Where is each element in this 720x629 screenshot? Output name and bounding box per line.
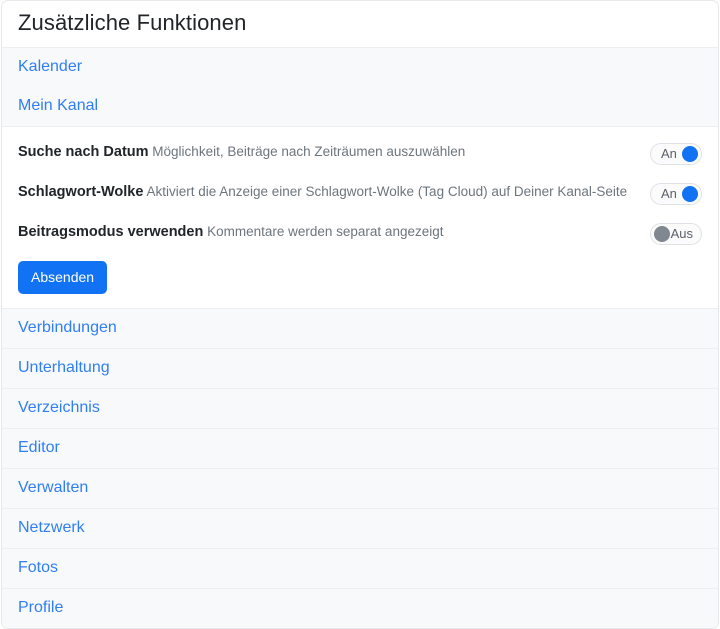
- sidebar-item-netzwerk[interactable]: Netzwerk: [2, 509, 718, 549]
- setting-description: Möglichkeit, Beiträge nach Zeiträumen au…: [152, 144, 465, 159]
- setting-label: Schlagwort-Wolke: [18, 184, 143, 200]
- sidebar-item-unterhaltung[interactable]: Unterhaltung: [2, 349, 718, 389]
- toggle-state-label: An: [661, 145, 677, 163]
- toggle-schlagwort-wolke[interactable]: An: [650, 183, 702, 205]
- toggle-knob-icon: [682, 146, 698, 162]
- sidebar-item-editor[interactable]: Editor: [2, 429, 718, 469]
- toggle-beitragsmodus-verwenden[interactable]: Aus: [650, 223, 702, 245]
- setting-text: Beitragsmodus verwenden Kommentare werde…: [18, 222, 650, 242]
- section-link-label: Netzwerk: [18, 519, 85, 536]
- sidebar-item-mein-kanal[interactable]: Mein Kanal: [2, 87, 718, 127]
- section-link-label: Unterhaltung: [18, 359, 110, 376]
- setting-description: Kommentare werden separat angezeigt: [207, 224, 443, 239]
- setting-text: Schlagwort-Wolke Aktiviert die Anzeige e…: [18, 182, 650, 202]
- page-title: Zusätzliche Funktionen: [18, 9, 702, 37]
- setting-description: Aktiviert die Anzeige einer Schlagwort-W…: [146, 184, 627, 199]
- sidebar-item-verwalten[interactable]: Verwalten: [2, 469, 718, 509]
- setting-row-schlagwort-wolke: Schlagwort-Wolke Aktiviert die Anzeige e…: [18, 173, 702, 213]
- setting-row-suche-nach-datum: Suche nach Datum Möglichkeit, Beiträge n…: [18, 133, 702, 173]
- section-link-label: Profile: [18, 599, 63, 616]
- section-link-label: Editor: [18, 439, 60, 456]
- toggle-state-label: Aus: [671, 225, 693, 243]
- submit-button-wrapper: Absenden: [18, 253, 702, 294]
- sidebar-item-kalender[interactable]: Kalender: [2, 48, 718, 87]
- section-link-label: Mein Kanal: [18, 97, 98, 114]
- card-header: Zusätzliche Funktionen: [2, 1, 718, 48]
- setting-label: Suche nach Datum: [18, 144, 149, 160]
- toggle-state-label: An: [661, 185, 677, 203]
- toggle-suche-nach-datum[interactable]: An: [650, 143, 702, 165]
- section-link-label: Verwalten: [18, 479, 88, 496]
- section-link-label: Verbindungen: [18, 319, 117, 336]
- sidebar-item-profile[interactable]: Profile: [2, 589, 718, 628]
- sidebar-item-verzeichnis[interactable]: Verzeichnis: [2, 389, 718, 429]
- setting-row-beitragsmodus-verwenden: Beitragsmodus verwenden Kommentare werde…: [18, 213, 702, 253]
- toggle-knob-icon: [682, 186, 698, 202]
- toggle-knob-icon: [654, 226, 670, 242]
- additional-features-card: Zusätzliche Funktionen Kalender Mein Kan…: [1, 0, 719, 629]
- sections-before-list: Kalender: [2, 48, 718, 87]
- section-link-label: Kalender: [18, 58, 82, 75]
- setting-text: Suche nach Datum Möglichkeit, Beiträge n…: [18, 142, 650, 162]
- sidebar-item-verbindungen[interactable]: Verbindungen: [2, 309, 718, 349]
- section-link-label: Fotos: [18, 559, 58, 576]
- setting-label: Beitragsmodus verwenden: [18, 224, 203, 240]
- mein-kanal-settings-panel: Suche nach Datum Möglichkeit, Beiträge n…: [2, 127, 718, 309]
- submit-button[interactable]: Absenden: [18, 261, 107, 294]
- section-link-label: Verzeichnis: [18, 399, 100, 416]
- sections-after-list: Verbindungen Unterhaltung Verzeichnis Ed…: [2, 309, 718, 628]
- sidebar-item-fotos[interactable]: Fotos: [2, 549, 718, 589]
